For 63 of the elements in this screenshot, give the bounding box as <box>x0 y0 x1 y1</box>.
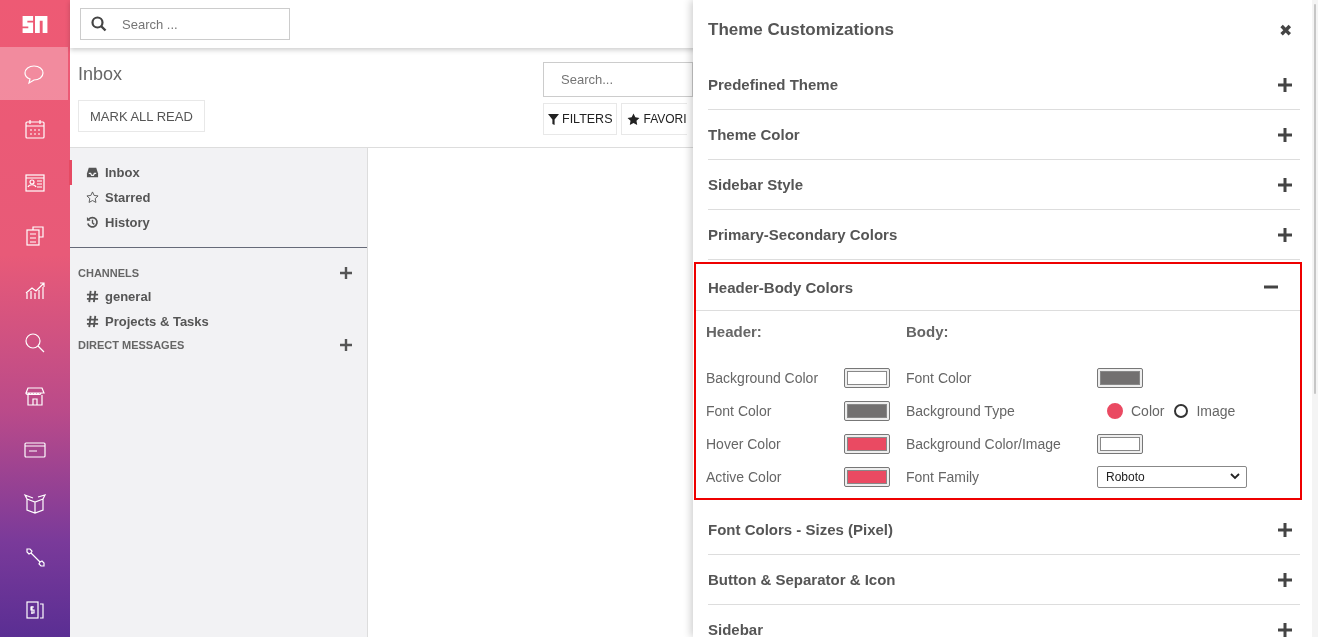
star-icon <box>86 191 99 204</box>
section-heading: CHANNELS <box>78 267 140 279</box>
hash-icon <box>86 315 99 328</box>
radio-button[interactable] <box>1174 403 1189 418</box>
field-label: Background Color <box>706 369 820 386</box>
hash-icon <box>86 290 99 303</box>
plus-icon <box>1278 622 1292 637</box>
radio-label: Color <box>1131 402 1165 419</box>
star-icon <box>627 112 641 126</box>
field-label: Active Color <box>706 468 783 485</box>
add-icon[interactable] <box>340 339 352 351</box>
field-label: Hover Color <box>706 435 782 452</box>
add-icon[interactable] <box>340 267 352 279</box>
accordion-header[interactable]: Header-Body Colors <box>696 264 1300 311</box>
mailbox-item[interactable]: Starred <box>69 185 367 210</box>
close-button[interactable]: ✖ <box>1271 20 1300 40</box>
plus-icon <box>1278 177 1292 192</box>
search-field[interactable]: Search ... <box>80 8 290 40</box>
accordion-header[interactable]: Font Colors - Sizes (Pixel) <box>708 505 1300 554</box>
plus-icon <box>1278 127 1292 142</box>
search-icon <box>91 16 107 32</box>
accordion-header[interactable]: Sidebar <box>708 605 1300 637</box>
accordion-header[interactable]: Theme Color <box>708 110 1300 159</box>
font-family-select[interactable]: Roboto <box>1097 465 1247 488</box>
history-icon <box>86 216 99 229</box>
logo-icon <box>20 14 50 35</box>
accordion-header[interactable]: Primary-Secondary Colors <box>708 210 1300 259</box>
radio-button[interactable] <box>1107 402 1123 419</box>
radio-option[interactable]: Image <box>1174 402 1236 419</box>
field-label: Font Color <box>706 402 773 419</box>
radio-option[interactable]: Color <box>1107 402 1165 419</box>
filters-button[interactable]: FILTERS <box>543 103 618 135</box>
column-heading: Body: <box>906 323 950 342</box>
chevron-down-icon <box>1230 473 1240 480</box>
calendar-icon <box>23 117 47 142</box>
inbox-icon <box>86 166 99 179</box>
panel-title: Theme Customizations <box>708 20 895 40</box>
mailbox-item[interactable]: History <box>69 210 367 235</box>
channel-item[interactable]: general <box>69 284 367 309</box>
radio-label: Image <box>1196 402 1236 419</box>
field-label: Background Type <box>906 402 1016 419</box>
search-icon <box>23 331 47 355</box>
plus-icon <box>1278 522 1292 537</box>
channel-item[interactable]: Projects & Tasks <box>69 309 367 334</box>
box-icon <box>23 491 47 516</box>
mark-all-read-button[interactable]: MARK ALL READ <box>78 100 205 132</box>
accordion-header[interactable]: Sidebar Style <box>708 160 1300 209</box>
field-label: Background Color/Image <box>906 435 1062 452</box>
favorites-button[interactable]: FAVORI <box>621 103 687 135</box>
plus-icon <box>1278 227 1292 242</box>
search-field[interactable]: Search... <box>543 62 693 97</box>
section-heading: DIRECT MESSAGES <box>78 339 185 351</box>
store-icon <box>23 384 47 409</box>
clipboard-icon <box>23 224 47 249</box>
page-title: Inbox <box>78 64 124 85</box>
accordion-header[interactable]: Predefined Theme <box>708 60 1300 109</box>
accordion-header[interactable]: Button & Separator & Icon <box>708 555 1300 604</box>
field-label: Font Family <box>906 468 981 485</box>
plus-icon <box>1278 572 1292 587</box>
column-heading: Header: <box>706 323 763 342</box>
field-label: Font Color <box>906 369 973 386</box>
plus-icon <box>1278 77 1292 92</box>
filter-icon <box>548 113 559 125</box>
